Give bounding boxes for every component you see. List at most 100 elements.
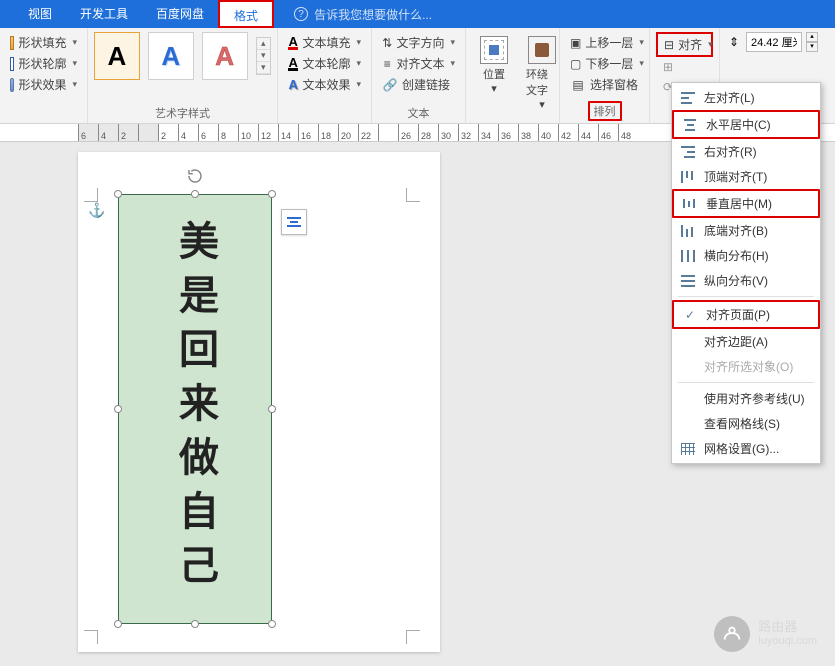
shape-fill-button[interactable]: 形状填充 ▾: [6, 32, 81, 53]
align-margin-item[interactable]: 对齐边距(A): [672, 329, 820, 354]
text-direction-icon: ⇅: [382, 35, 392, 51]
bring-forward-button[interactable]: ▣ 上移一层 ▾: [566, 32, 643, 53]
shape-fill-label: 形状填充: [18, 34, 66, 51]
align-hcenter-item[interactable]: 水平居中(C): [672, 110, 820, 139]
align-text-label: 对齐文本: [396, 55, 444, 72]
align-right-item[interactable]: 右对齐(R): [672, 139, 820, 164]
dist-h-label: 横向分布(H): [704, 247, 810, 264]
wordart-group-label: 艺术字样式: [94, 103, 271, 121]
position-button[interactable]: 位置 ▾: [472, 32, 516, 97]
chevron-down-icon: ▾: [450, 58, 455, 69]
text-group-label: 文本: [378, 103, 459, 121]
wrap-text-button[interactable]: 环绕文字 ▾: [520, 32, 564, 113]
wrap-icon: [528, 36, 556, 64]
text-fill-icon: A: [288, 36, 298, 50]
text-outline-button[interactable]: A 文本轮廓 ▾: [284, 53, 365, 74]
shape-effects-icon: [10, 78, 14, 92]
chevron-down-icon: ▾: [539, 98, 545, 111]
grid-settings-label: 网格设置(G)...: [704, 440, 810, 457]
wordart-style-3[interactable]: A: [202, 32, 248, 80]
selection-pane-button[interactable]: ▤ 选择窗格: [566, 74, 643, 95]
margin-corner: [406, 630, 420, 644]
text-direction-button[interactable]: ⇅ 文字方向 ▾: [378, 32, 459, 53]
wordart-gallery-scroll[interactable]: ▴ ▾ ▾: [256, 37, 271, 75]
height-spinner[interactable]: ▴▾: [806, 32, 818, 52]
rotate-handle[interactable]: [186, 167, 204, 185]
height-input[interactable]: [746, 32, 802, 52]
text-layout-group: ⇅ 文字方向 ▾ ≡ 对齐文本 ▾ 🔗 创建链接 文本: [372, 28, 466, 123]
text-fill-button[interactable]: A 文本填充 ▾: [284, 32, 365, 53]
align-page-item[interactable]: ✓ 对齐页面(P): [672, 300, 820, 329]
selection-pane-label: 选择窗格: [590, 76, 638, 93]
layout-options-button[interactable]: [281, 209, 307, 235]
margin-corner: [406, 188, 420, 202]
create-link-button[interactable]: 🔗 创建链接: [378, 74, 459, 95]
text-effects-button[interactable]: A 文本效果 ▾: [284, 74, 365, 95]
page: ⚓ 美是回来做自己: [78, 152, 440, 652]
shape-outline-icon: [10, 57, 14, 71]
align-text-button[interactable]: ≡ 对齐文本 ▾: [378, 53, 459, 74]
position-icon: [480, 36, 508, 64]
grid-icon: [681, 443, 695, 455]
tab-baidu[interactable]: 百度网盘: [142, 0, 218, 28]
align-bottom-item[interactable]: 底端对齐(B): [672, 218, 820, 243]
chevron-down-icon: ▾: [708, 39, 713, 50]
align-right-label: 右对齐(R): [704, 143, 810, 160]
scroll-down-icon[interactable]: ▾: [257, 50, 270, 62]
tab-devtools[interactable]: 开发工具: [66, 0, 142, 28]
grid-settings-item[interactable]: 网格设置(G)...: [672, 436, 820, 461]
align-top-item[interactable]: 顶端对齐(T): [672, 164, 820, 189]
align-selected-label: 对齐所选对象(O): [704, 358, 810, 375]
height-icon: ⇕: [726, 34, 742, 50]
align-vcenter-item[interactable]: 垂直居中(M): [672, 189, 820, 218]
align-button[interactable]: ⊟ 对齐 ▾: [656, 32, 713, 57]
send-backward-icon: ▢: [570, 56, 581, 72]
align-margin-label: 对齐边距(A): [704, 333, 810, 350]
dist-v-item[interactable]: 纵向分布(V): [672, 268, 820, 293]
wordart-style-1[interactable]: A: [94, 32, 140, 80]
text-outline-label: 文本轮廓: [302, 55, 350, 72]
group-button[interactable]: ⊞: [656, 57, 713, 77]
selected-text-box[interactable]: 美是回来做自己: [118, 194, 272, 624]
chevron-down-icon: ▾: [639, 58, 644, 69]
chevron-down-icon: ▾: [450, 37, 455, 48]
dist-v-label: 纵向分布(V): [704, 272, 810, 289]
text-content[interactable]: 美是回来做自己: [166, 220, 224, 598]
shape-effects-button[interactable]: 形状效果 ▾: [6, 74, 81, 95]
chevron-down-icon: ▾: [356, 37, 361, 48]
tell-me-search[interactable]: ? 告诉我您想要做什么...: [294, 6, 432, 23]
align-text-icon: ≡: [382, 56, 392, 72]
arrange-group-label: 排列: [588, 101, 622, 121]
chevron-down-icon: ▾: [356, 79, 361, 90]
link-icon: 🔗: [382, 77, 398, 93]
send-backward-label: 下移一层: [585, 55, 633, 72]
dist-h-item[interactable]: 横向分布(H): [672, 243, 820, 268]
align-hcenter-label: 水平居中(C): [706, 116, 808, 133]
gallery-expand-icon[interactable]: ▾: [257, 62, 270, 74]
scroll-up-icon[interactable]: ▴: [257, 38, 270, 50]
view-grid-item[interactable]: 查看网格线(S): [672, 411, 820, 436]
shape-fill-icon: [10, 36, 14, 50]
wrap-label: 环绕文字: [526, 66, 558, 98]
use-guides-label: 使用对齐参考线(U): [704, 390, 810, 407]
wordart-style-2[interactable]: A: [148, 32, 194, 80]
tab-view[interactable]: 视图: [14, 0, 66, 28]
bulb-icon: ?: [294, 7, 308, 21]
tab-format[interactable]: 格式: [218, 0, 274, 28]
send-backward-button[interactable]: ▢ 下移一层 ▾: [566, 53, 643, 74]
align-left-item[interactable]: 左对齐(L): [672, 85, 820, 110]
use-guides-item[interactable]: 使用对齐参考线(U): [672, 386, 820, 411]
check-icon: ✓: [682, 308, 698, 322]
shape-outline-button[interactable]: 形状轮廓 ▾: [6, 53, 81, 74]
position-label: 位置: [483, 66, 505, 82]
watermark-brand: 路由器: [758, 619, 817, 634]
align-icon: ⊟: [664, 37, 674, 53]
chevron-down-icon: ▾: [356, 58, 361, 69]
align-bottom-label: 底端对齐(B): [704, 222, 810, 239]
text-style-group: A 文本填充 ▾ A 文本轮廓 ▾ A 文本效果 ▾: [278, 28, 372, 123]
chevron-down-icon: ▾: [491, 82, 497, 95]
align-vcenter-label: 垂直居中(M): [706, 195, 808, 212]
chevron-down-icon: ▾: [72, 37, 77, 48]
create-link-label: 创建链接: [402, 76, 450, 93]
margin-corner: [84, 630, 98, 644]
